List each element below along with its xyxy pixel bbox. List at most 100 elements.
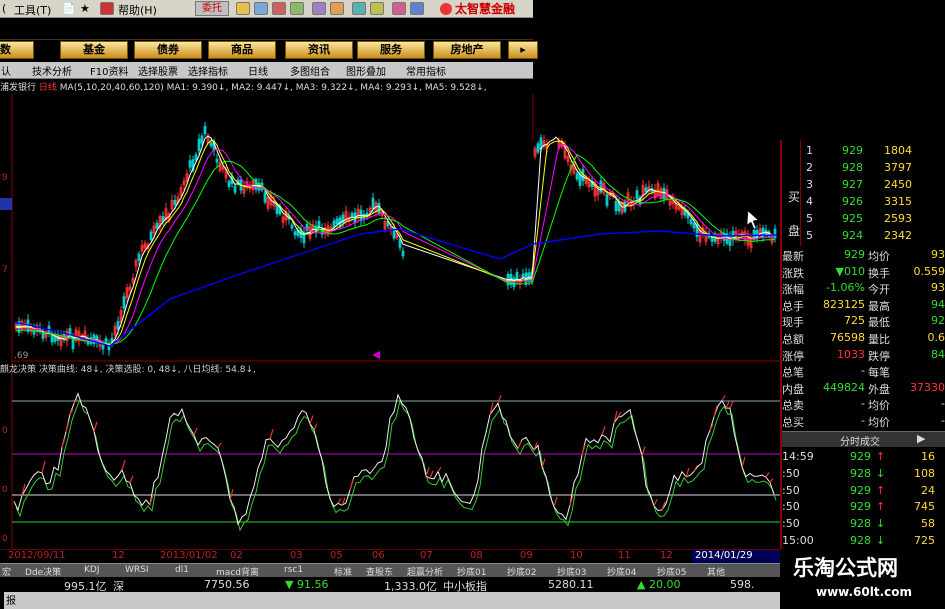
candle-body — [215, 158, 219, 163]
candle-body — [188, 160, 192, 168]
report-tool-icon[interactable] — [370, 2, 384, 15]
tick-price: 929 — [850, 500, 871, 514]
ma-info-line: 浦发银行 日线 MA(5,10,20,40,60,120) MA1: 9.390… — [0, 80, 533, 94]
quote-key2: 今开 — [868, 283, 890, 297]
bid-level: 2 — [806, 161, 813, 174]
tick-price: 928 — [850, 466, 871, 480]
date-tick: 07 — [420, 550, 433, 561]
quote-value2: 92 — [931, 314, 945, 328]
tb-daily[interactable]: 日线 — [248, 63, 268, 78]
nav-commodity[interactable]: 商品 — [208, 41, 276, 59]
tb-select-indicator[interactable]: 选择指标 — [188, 63, 228, 78]
promo-title: 乐淘公式网 — [793, 556, 898, 580]
tb-common-indicator[interactable]: 常用指标 — [406, 63, 446, 78]
price-low-label: .69 — [14, 351, 29, 361]
candle-body — [377, 203, 381, 215]
ticks-header[interactable]: 分时成交 ▶ — [782, 431, 945, 448]
tick-time: :50 — [782, 466, 800, 480]
quote-row: 涨停 1033 跌停 84 — [780, 348, 945, 365]
bid-price: 929 — [842, 144, 863, 157]
user-tool-icon[interactable] — [392, 2, 406, 15]
tick-row: :50 928 ↓ 108 — [780, 467, 945, 484]
status-index: 7750.56 — [204, 578, 250, 591]
status-bar: 995.1亿 深 7750.56 ▼ 91.56 1,333.0亿 中小板指 5… — [0, 577, 780, 609]
tb-overlay[interactable]: 图形叠加 — [346, 63, 386, 78]
candle-body — [644, 187, 648, 193]
date-tick: 12 — [112, 550, 125, 561]
quote-key: 总买 — [782, 416, 804, 429]
quote-value2: 84 — [931, 347, 945, 361]
candle-body — [149, 231, 153, 240]
info-tool-icon[interactable] — [290, 2, 304, 15]
indicator-tab[interactable]: rsc1 — [284, 565, 303, 575]
menu-icon-fav[interactable]: ★ — [80, 2, 90, 15]
menu-icon-open[interactable]: 📄 — [62, 2, 76, 15]
date-tick: 06 — [372, 550, 385, 561]
menu-tools[interactable]: 工具(T) — [14, 2, 51, 18]
quote-key: 总手 — [782, 299, 804, 313]
tb-tech-analysis[interactable]: 技术分析 — [32, 63, 72, 78]
indicator-tab[interactable]: WRSI — [125, 565, 149, 575]
menu-icon-partial: ( — [2, 2, 7, 15]
oscillator-info-line: 麒龙决策 决策曲线: 48↓, 决策选股: 0, 48↓, 八日均线: 54.8… — [0, 365, 256, 375]
bid-row[interactable]: 4 926 3315 — [780, 195, 945, 212]
bid-level: 3 — [806, 178, 813, 191]
trade-tool-icon[interactable] — [352, 2, 366, 15]
bid-row[interactable]: 1 929 1804 — [780, 144, 945, 161]
quote-value: -1.06% — [826, 281, 865, 295]
bid-row[interactable]: 2 928 3797 — [780, 161, 945, 178]
quote-row: 涨幅 -1.06% 今开 93 — [780, 281, 945, 298]
candle-body — [203, 125, 207, 135]
nav-fund[interactable]: 基金 — [60, 41, 128, 59]
indicator-tab[interactable]: dl1 — [175, 565, 189, 575]
quote-key2: 均价 — [868, 399, 890, 413]
nav-bond[interactable]: 债券 — [134, 41, 202, 59]
date-tick: 09 — [520, 550, 533, 561]
candle-body — [233, 185, 237, 193]
quote-key: 总笔 — [782, 366, 804, 380]
candle-body — [335, 218, 339, 225]
entrust-button[interactable]: 委托 — [195, 1, 229, 16]
tb-confirm[interactable]: 认 — [1, 63, 11, 78]
news-tool-icon[interactable] — [330, 2, 344, 15]
close-tool-icon[interactable] — [100, 2, 114, 15]
calc-tool-icon[interactable] — [312, 2, 326, 15]
candle-body — [521, 273, 525, 278]
nav-service[interactable]: 服务 — [357, 41, 425, 59]
quote-key2: 量比 — [868, 333, 890, 346]
tick-time: :50 — [782, 517, 800, 531]
indicator-tab[interactable]: KDJ — [84, 565, 100, 575]
date-tick: 12 — [660, 550, 673, 561]
date-tick: 11 — [618, 550, 631, 561]
quote-value: - — [861, 414, 865, 427]
alert-tool-icon[interactable] — [272, 2, 286, 15]
grid-tool-icon[interactable] — [254, 2, 268, 15]
candle-body — [599, 180, 603, 193]
quote-row: 最新 929 均价 93 — [780, 248, 945, 265]
tb-f10[interactable]: F10资料 — [90, 63, 128, 78]
bid-label: 买盘 — [788, 190, 801, 238]
stock-period: 日线 — [38, 83, 57, 93]
nav-realestate[interactable]: 房地产 — [433, 41, 501, 59]
bid-row[interactable]: 5 925 2593 — [780, 212, 945, 229]
nav-more[interactable]: ▸ — [508, 41, 538, 59]
tick-arrow-icon: ↓ — [876, 517, 886, 531]
nav-news[interactable]: 资讯 — [285, 41, 353, 59]
nav-index[interactable]: 指数 — [0, 41, 34, 59]
menu-help[interactable]: 帮助(H) — [118, 2, 157, 18]
quote-value2: - — [941, 414, 945, 427]
tick-price: 928 — [850, 517, 871, 531]
kline-chart[interactable]: 9 7 .69 0 0 0 — [0, 94, 780, 549]
date-tick: 2013/01/02 — [160, 550, 218, 561]
candle-body — [350, 213, 354, 218]
chart-tool-icon[interactable] — [236, 2, 250, 15]
tb-select-stock[interactable]: 选择股票 — [138, 63, 178, 78]
play-icon[interactable]: ▶ — [917, 432, 925, 445]
setting-tool-icon[interactable] — [410, 2, 424, 15]
tb-multi-chart[interactable]: 多图组合 — [290, 63, 330, 78]
bid-row[interactable]: 3 927 2450 — [780, 178, 945, 195]
candle-body — [275, 204, 279, 214]
candle-body — [341, 214, 345, 224]
bid-row[interactable]: 5 924 2342 — [780, 229, 945, 246]
quote-key2: 跌停 — [868, 349, 890, 363]
